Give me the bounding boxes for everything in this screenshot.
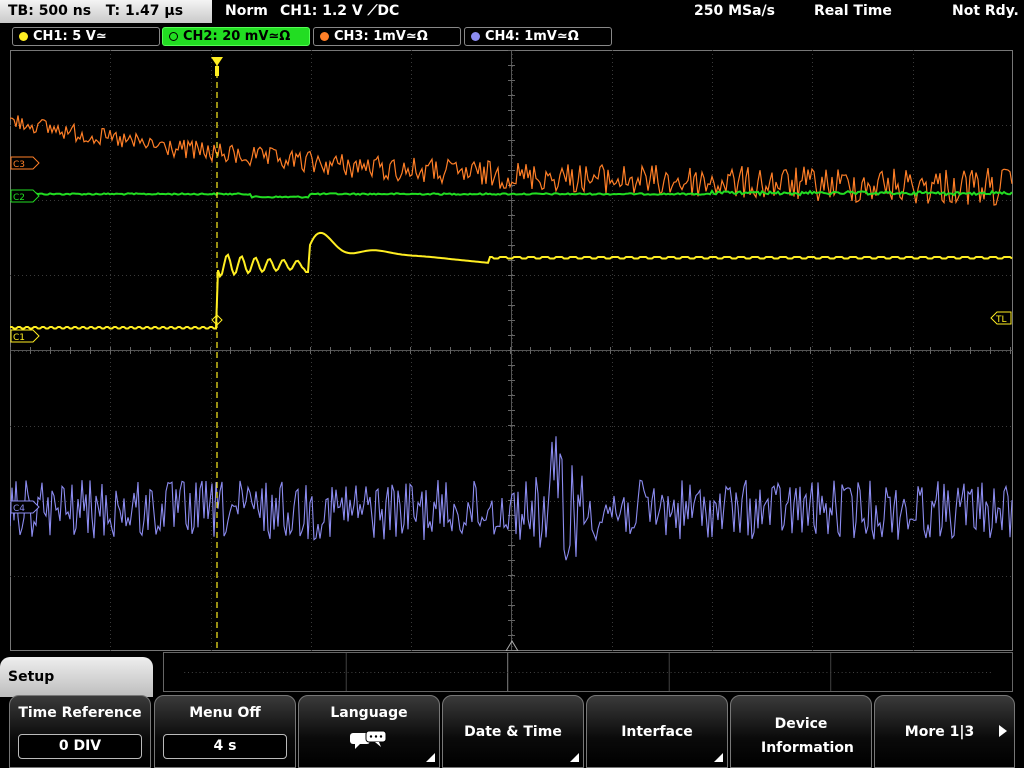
status-bar: Norm CH1: 1.2 V ⟋DC 250 MSa/s Real Time … bbox=[215, 0, 1024, 23]
softkey-label: Interface bbox=[621, 724, 693, 740]
channel-tabs: CH1: 5 V≃ CH2: 20 mV≃Ω CH3: 1mV≃Ω CH4: 1… bbox=[0, 25, 1024, 47]
channel-label: CH2: 20 mV≃Ω bbox=[183, 29, 291, 44]
submenu-indicator-icon bbox=[426, 753, 435, 762]
arrow-right-icon bbox=[999, 725, 1007, 737]
submenu-indicator-icon bbox=[714, 753, 723, 762]
device-information-softkey[interactable]: Device Information bbox=[730, 695, 872, 768]
channel-tab-ch2[interactable]: CH2: 20 mV≃Ω bbox=[162, 27, 310, 46]
time-reference-softkey[interactable]: Time Reference 0 DIV bbox=[9, 695, 151, 768]
softkey-label: Time Reference bbox=[18, 705, 142, 721]
time-reference-value[interactable]: 0 DIV bbox=[18, 734, 142, 759]
softkey-bar: Time Reference 0 DIV Menu Off 4 s Langua… bbox=[0, 695, 1024, 768]
language-softkey[interactable]: Language bbox=[298, 695, 440, 768]
speech-bubbles-icon bbox=[350, 730, 387, 749]
zoom-strip-grid bbox=[184, 653, 992, 691]
setup-menu-title: Setup bbox=[0, 657, 153, 697]
channel-tab-ch4[interactable]: CH4: 1mV≃Ω bbox=[464, 27, 612, 46]
more-softkey[interactable]: More 1|3 bbox=[874, 695, 1015, 768]
channel-tab-ch3[interactable]: CH3: 1mV≃Ω bbox=[313, 27, 461, 46]
svg-text:C2: C2 bbox=[13, 193, 25, 203]
channel-color-icon bbox=[471, 32, 480, 41]
svg-text:C3: C3 bbox=[13, 160, 25, 170]
svg-text:TL: TL bbox=[995, 315, 1007, 325]
acquisition-state: Not Rdy. bbox=[952, 3, 1019, 19]
waveform-display[interactable]: C3 C2 C1 C4 TL bbox=[10, 50, 1013, 651]
channel-label: CH3: 1mV≃Ω bbox=[334, 29, 428, 44]
trigger-source[interactable]: CH1: 1.2 V ⟋DC bbox=[280, 0, 399, 23]
svg-text:C1: C1 bbox=[13, 333, 25, 343]
channel-label: CH1: 5 V≃ bbox=[33, 29, 107, 44]
sample-rate: 250 MSa/s bbox=[694, 3, 776, 19]
svg-text:C4: C4 bbox=[13, 504, 25, 514]
zoom-strip bbox=[163, 652, 1013, 692]
channel-color-icon bbox=[19, 32, 28, 41]
softkey-label: Device Information bbox=[761, 716, 854, 756]
channel-color-icon bbox=[320, 32, 329, 41]
timebase-readout[interactable]: TB: 500 ns T: 1.47 µs bbox=[0, 0, 212, 23]
menu-off-softkey[interactable]: Menu Off 4 s bbox=[154, 695, 296, 768]
interface-softkey[interactable]: Interface bbox=[586, 695, 728, 768]
date-time-softkey[interactable]: Date & Time bbox=[442, 695, 584, 768]
acquisition-mode: Real Time bbox=[814, 3, 892, 19]
submenu-indicator-icon bbox=[570, 753, 579, 762]
softkey-label: Date & Time bbox=[464, 724, 562, 740]
trigger-mode[interactable]: Norm bbox=[225, 0, 268, 23]
softkey-label: Menu Off bbox=[189, 705, 261, 721]
softkey-label: More 1|3 bbox=[904, 724, 975, 740]
channel-label: CH4: 1mV≃Ω bbox=[485, 29, 579, 44]
softkey-label: Language bbox=[330, 705, 408, 721]
channel-color-icon bbox=[169, 32, 178, 41]
channel-tab-ch1[interactable]: CH1: 5 V≃ bbox=[12, 27, 160, 46]
menu-off-value[interactable]: 4 s bbox=[163, 734, 287, 759]
